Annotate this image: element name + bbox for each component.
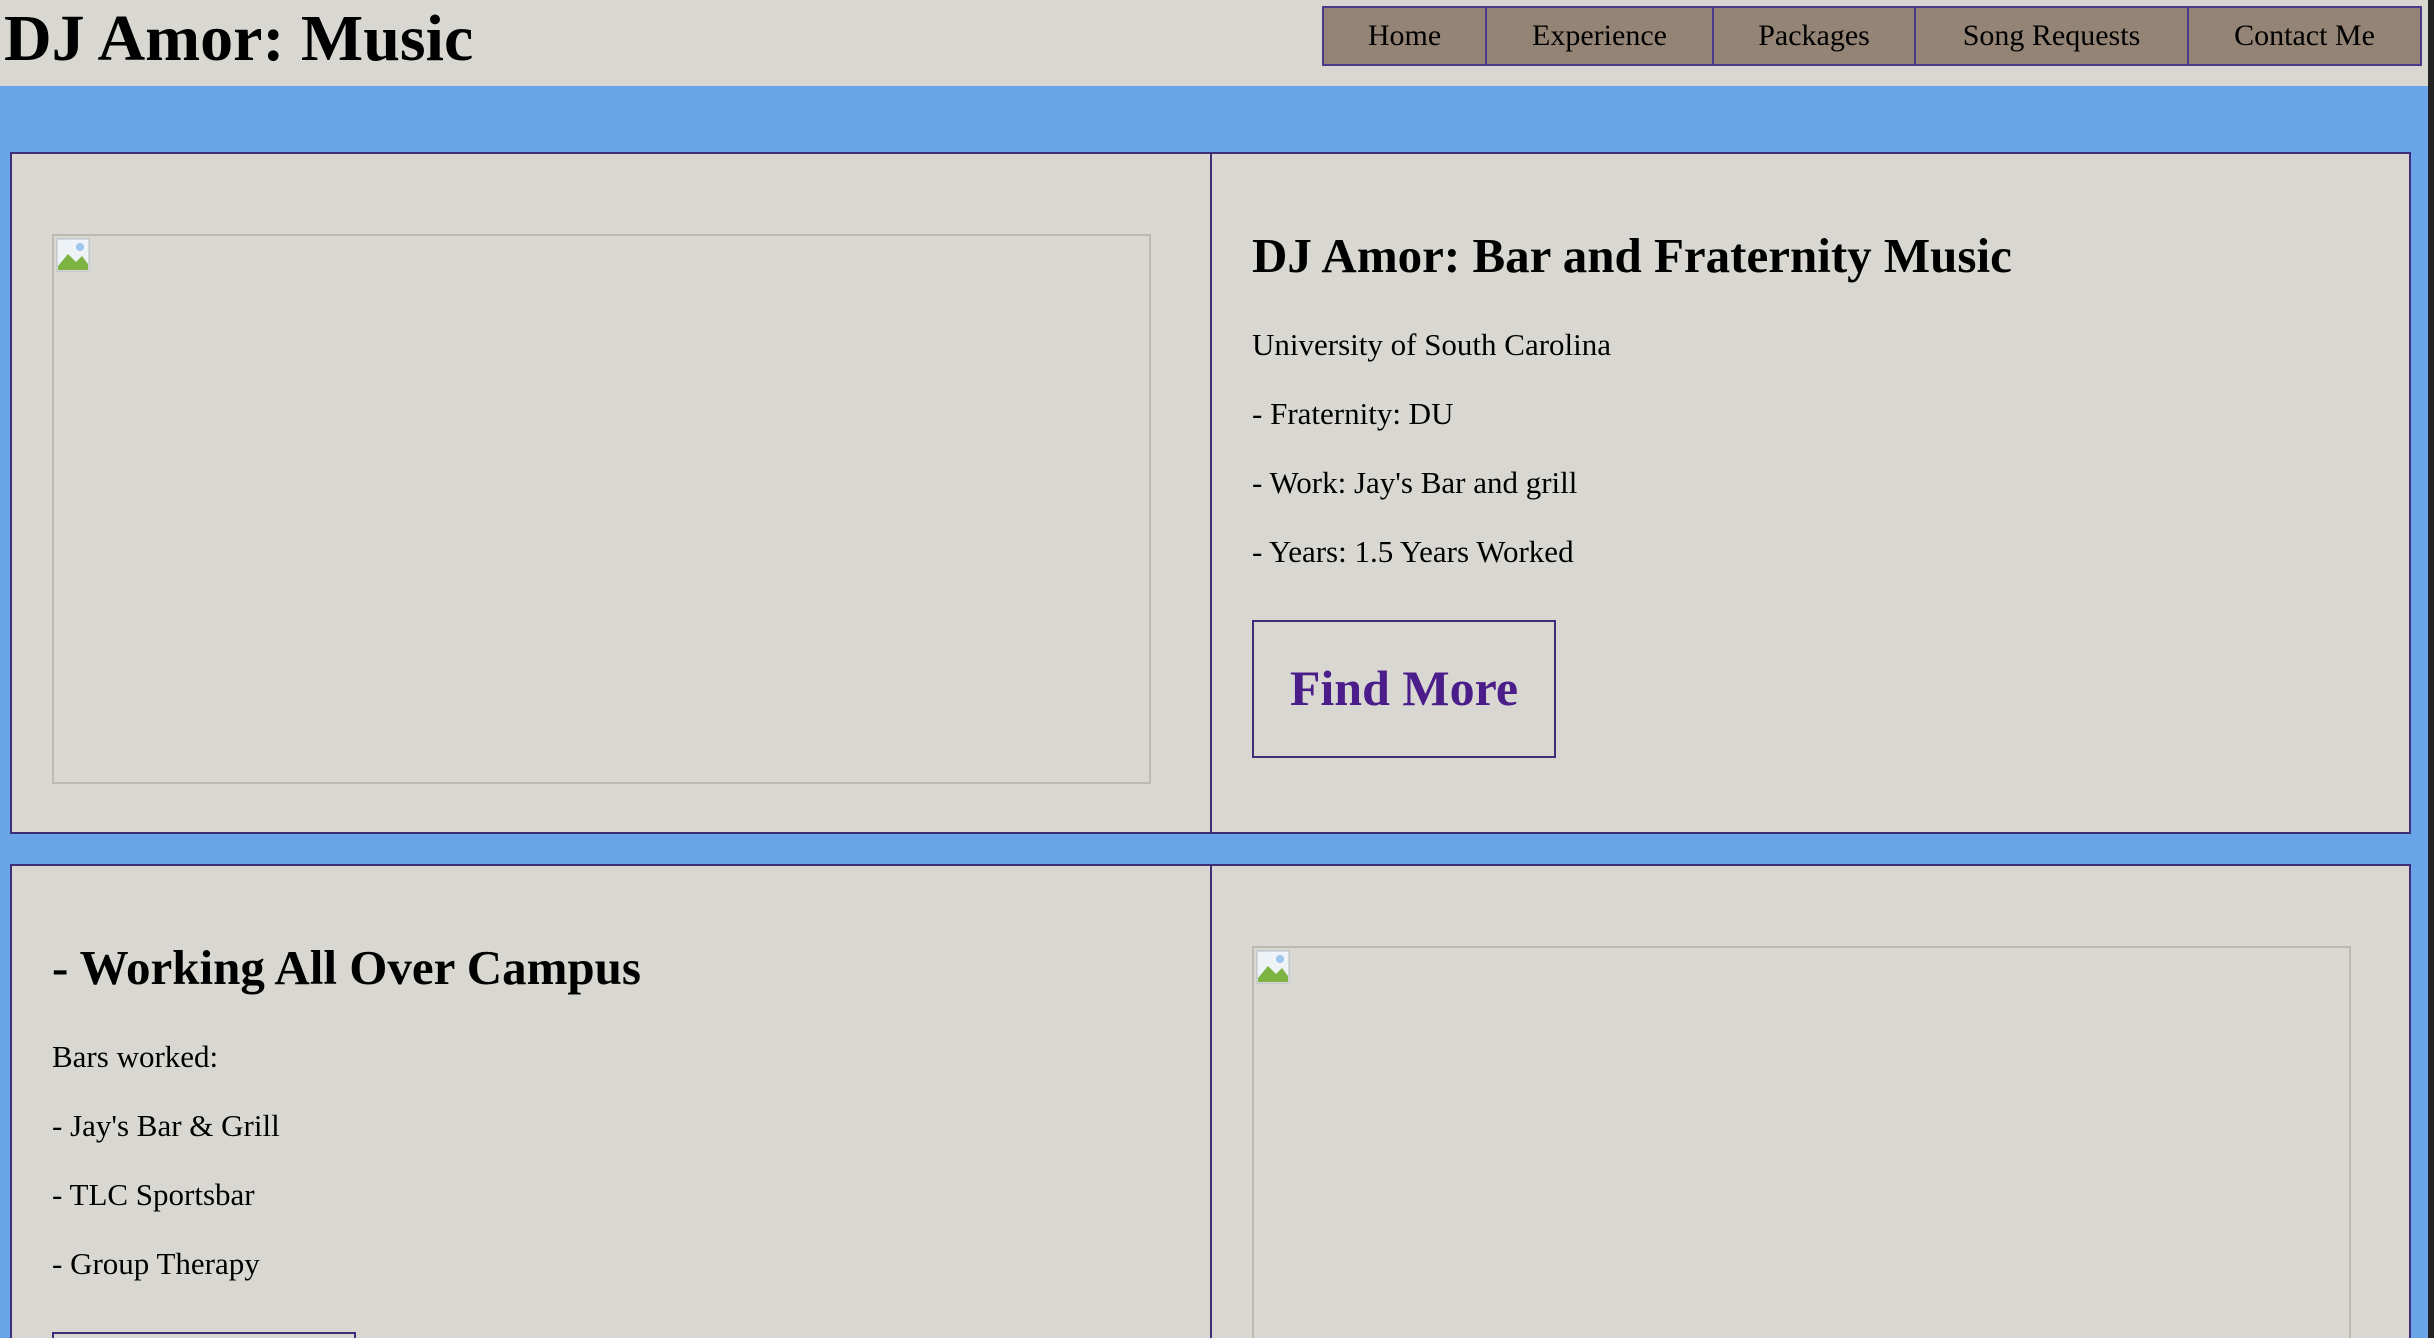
section1-line-years: - Years: 1.5 Years Worked <box>1252 534 1574 569</box>
section2-button[interactable] <box>52 1332 356 1338</box>
nav-song-requests[interactable]: Song Requests <box>1914 6 2189 66</box>
site-title: DJ Amor: Music <box>4 2 474 75</box>
main-nav: Home Experience Packages Song Requests C… <box>1322 6 2422 66</box>
section-bar-fraternity: DJ Amor: Bar and Fraternity Music Univer… <box>10 152 2411 834</box>
section1-image-cell <box>10 152 1212 834</box>
section1-text-cell: DJ Amor: Bar and Fraternity Music Univer… <box>1210 152 2411 834</box>
window-edge <box>2428 0 2434 1338</box>
section1-line-work: - Work: Jay's Bar and grill <box>1252 465 1578 500</box>
section1-line-school: University of South Carolina <box>1252 327 1612 362</box>
section1-heading: DJ Amor: Bar and Fraternity Music <box>1252 228 2012 283</box>
nav-contact-me[interactable]: Contact Me <box>2187 6 2422 66</box>
section2-line-bars-worked: Bars worked: <box>52 1039 219 1074</box>
section2-image <box>1252 946 2351 1338</box>
nav-experience[interactable]: Experience <box>1485 6 1714 66</box>
section2-heading: - Working All Over Campus <box>52 940 642 995</box>
section1-line-fraternity: - Fraternity: DU <box>1252 396 1454 431</box>
section-campus: - Working All Over Campus Bars worked: -… <box>10 864 2411 1338</box>
broken-image-icon <box>1256 950 1290 984</box>
site-header: DJ Amor: Music Home Experience Packages … <box>0 0 2428 86</box>
nav-home[interactable]: Home <box>1322 6 1487 66</box>
find-more-button[interactable]: Find More <box>1252 620 1556 758</box>
page: DJ Amor: Music Home Experience Packages … <box>0 0 2434 1338</box>
section2-text-cell: - Working All Over Campus Bars worked: -… <box>10 864 1212 1338</box>
nav-packages[interactable]: Packages <box>1712 6 1916 66</box>
section1-image <box>52 234 1151 784</box>
broken-image-icon <box>56 238 90 272</box>
section2-line-jays: - Jay's Bar & Grill <box>52 1108 280 1143</box>
section1-content: DJ Amor: Bar and Fraternity Music Univer… <box>1252 226 2369 758</box>
section2-line-group-therapy: - Group Therapy <box>52 1246 260 1281</box>
section2-image-cell <box>1210 864 2411 1338</box>
section2-content: - Working All Over Campus Bars worked: -… <box>52 938 1170 1338</box>
section2-line-tlc: - TLC Sportsbar <box>52 1177 255 1212</box>
